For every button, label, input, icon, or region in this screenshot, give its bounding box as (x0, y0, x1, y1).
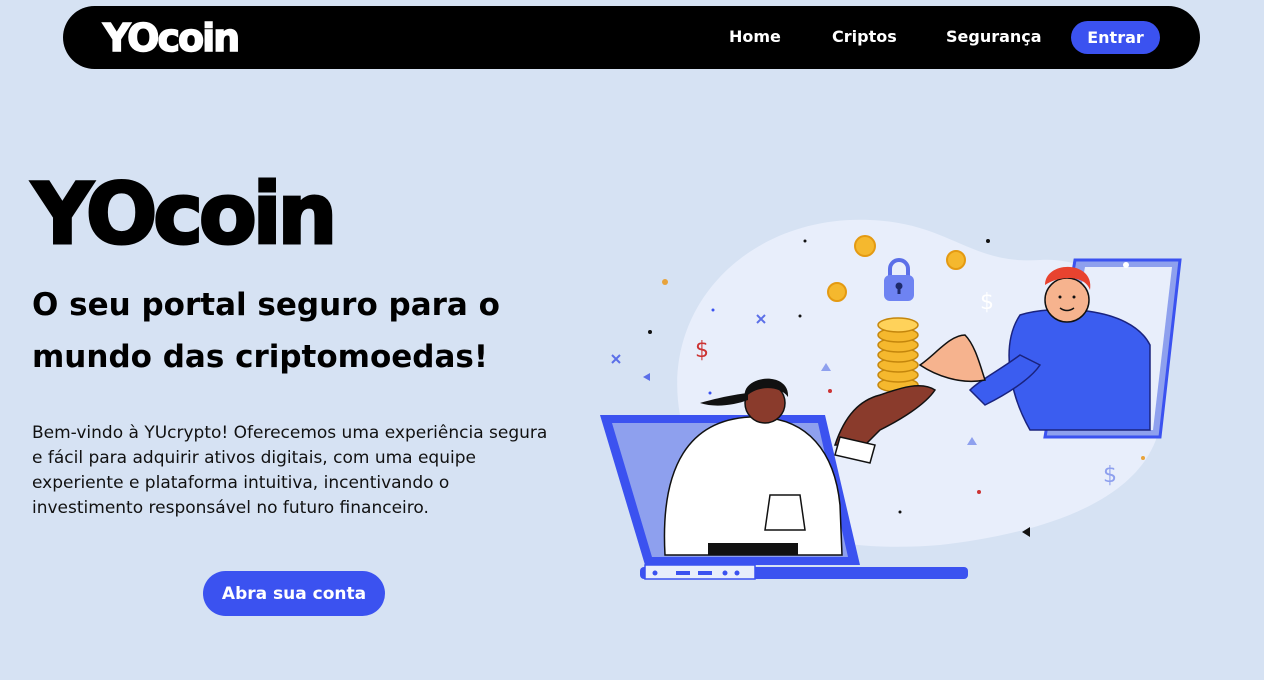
hero-subtitle: O seu portal seguro para o mundo das cri… (32, 287, 500, 375)
open-account-button[interactable]: Abra sua conta (203, 571, 385, 616)
dollar-sign-icon: $ (980, 290, 994, 315)
dollar-sign-icon: $ (1103, 463, 1117, 488)
login-button[interactable]: Entrar (1071, 21, 1160, 54)
logo[interactable]: YOcoin (102, 15, 241, 61)
nav-link-home[interactable]: Home (729, 27, 781, 46)
hero-title: YOcoin (30, 165, 338, 263)
dollar-sign-icon: $ (695, 338, 709, 363)
nav-link-seguranca[interactable]: Segurança (946, 27, 1042, 46)
navbar: YOcoin Home Criptos Segurança Entrar (63, 6, 1200, 69)
nav-link-criptos[interactable]: Criptos (832, 27, 897, 46)
hero-illustration: $ $ $ (600, 219, 1182, 580)
coin-stack-icon (877, 317, 919, 393)
hero-description: Bem-vindo à YUcrypto! Oferecemos uma exp… (32, 423, 548, 518)
